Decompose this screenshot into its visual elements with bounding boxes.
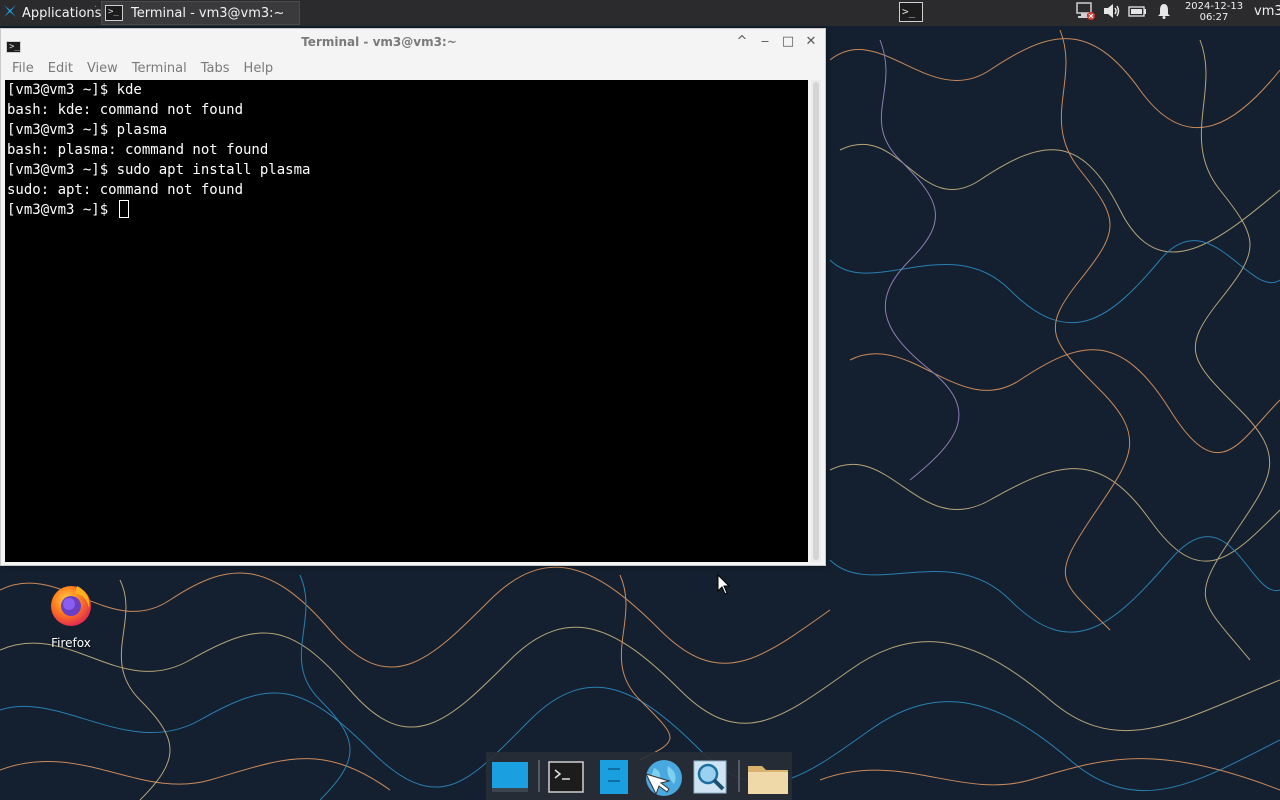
menubar: File Edit View Terminal Tabs Help — [1, 57, 825, 79]
bell-icon — [1156, 3, 1172, 23]
firefox-icon — [47, 586, 95, 632]
terminal-line: sudo: apt: command not found — [7, 182, 244, 198]
folder-icon — [746, 766, 790, 800]
terminal-prompt-line: [vm3@vm3 ~]$ — [5, 200, 808, 220]
dock-folder[interactable] — [746, 758, 788, 796]
battery-icon — [1128, 4, 1148, 22]
dock-show-desktop[interactable] — [490, 758, 530, 796]
terminal-output[interactable]: [vm3@vm3 ~]$ kde bash: kde: command not … — [5, 80, 808, 562]
network-disconnected-icon — [1074, 1, 1096, 25]
dock-app-finder[interactable] — [690, 758, 730, 796]
terminal-line: [vm3@vm3 ~]$ kde — [7, 82, 142, 98]
minimize-button[interactable]: ‒ — [756, 33, 774, 51]
terminal-prompt: [vm3@vm3 ~]$ — [7, 202, 117, 218]
clock-date: 2024-12-13 — [1184, 1, 1244, 12]
panel-clock[interactable]: 2024-12-13 06:27 — [1182, 0, 1246, 27]
applications-menu[interactable]: Applications — [0, 0, 101, 26]
terminal-cursor — [118, 200, 129, 218]
desktop-icon-firefox[interactable]: Firefox — [40, 580, 102, 650]
dock-web-browser[interactable] — [640, 758, 682, 796]
terminal-line: bash: kde: command not found — [7, 102, 244, 118]
terminal-window: >_ Terminal - vm3@vm3:~ ^ ‒ □ ✕ File Edi… — [0, 28, 826, 566]
applications-label: Applications — [22, 5, 102, 21]
menu-help[interactable]: Help — [238, 61, 280, 76]
panel-separator: · · · — [94, 2, 98, 23]
user-menu[interactable]: vm3 — [1254, 4, 1280, 19]
top-panel: Applications · · · >_ Terminal - vm3@vm3:~… — [0, 0, 1280, 26]
dock-separator — [738, 760, 740, 792]
dock-separator — [538, 760, 540, 792]
clock-time: 06:27 — [1199, 12, 1229, 23]
volume-control[interactable] — [1100, 0, 1124, 26]
scrollbar-thumb[interactable] — [813, 82, 819, 560]
terminal-icon — [546, 761, 586, 800]
taskbar-terminal-title: Terminal - vm3@vm3:~ — [131, 5, 285, 21]
volume-icon — [1102, 2, 1122, 24]
web-browser-icon — [640, 760, 684, 800]
terminal-icon: >_ — [105, 5, 123, 21]
file-manager-icon — [594, 760, 634, 800]
menu-file[interactable]: File — [6, 61, 40, 76]
window-title: Terminal - vm3@vm3:~ — [301, 35, 457, 49]
close-button[interactable]: ✕ — [802, 33, 820, 51]
menu-tabs[interactable]: Tabs — [195, 61, 236, 76]
menu-edit[interactable]: Edit — [42, 61, 79, 76]
menu-view[interactable]: View — [81, 61, 124, 76]
search-icon — [690, 760, 730, 800]
maximize-button[interactable]: □ — [779, 33, 797, 51]
terminal-line: bash: plasma: command not found — [7, 142, 269, 158]
dock-terminal[interactable] — [546, 758, 586, 796]
taskbar-terminal-button[interactable]: >_ Terminal - vm3@vm3:~ — [101, 1, 300, 25]
window-titlebar[interactable]: >_ Terminal - vm3@vm3:~ ^ ‒ □ ✕ — [1, 29, 825, 57]
notifications[interactable] — [1152, 0, 1176, 26]
terminal-scrollbar[interactable] — [811, 80, 821, 562]
shade-button[interactable]: ^ — [733, 33, 751, 51]
desktop-icon-label: Firefox — [51, 636, 91, 650]
xfce-mouse-icon — [2, 3, 18, 23]
desktop-icon — [490, 762, 530, 800]
mouse-cursor-icon — [717, 573, 731, 600]
dock-file-manager[interactable] — [594, 758, 634, 796]
tray-terminal-launcher[interactable]: >_ — [898, 1, 924, 23]
battery-status[interactable] — [1126, 0, 1150, 26]
terminal-line: [vm3@vm3 ~]$ sudo apt install plasma — [7, 162, 311, 178]
menu-terminal[interactable]: Terminal — [126, 61, 193, 76]
terminal-line: [vm3@vm3 ~]$ plasma — [7, 122, 168, 138]
terminal-icon: >_ — [899, 2, 923, 22]
dock — [486, 752, 792, 800]
network-status[interactable] — [1073, 0, 1097, 26]
